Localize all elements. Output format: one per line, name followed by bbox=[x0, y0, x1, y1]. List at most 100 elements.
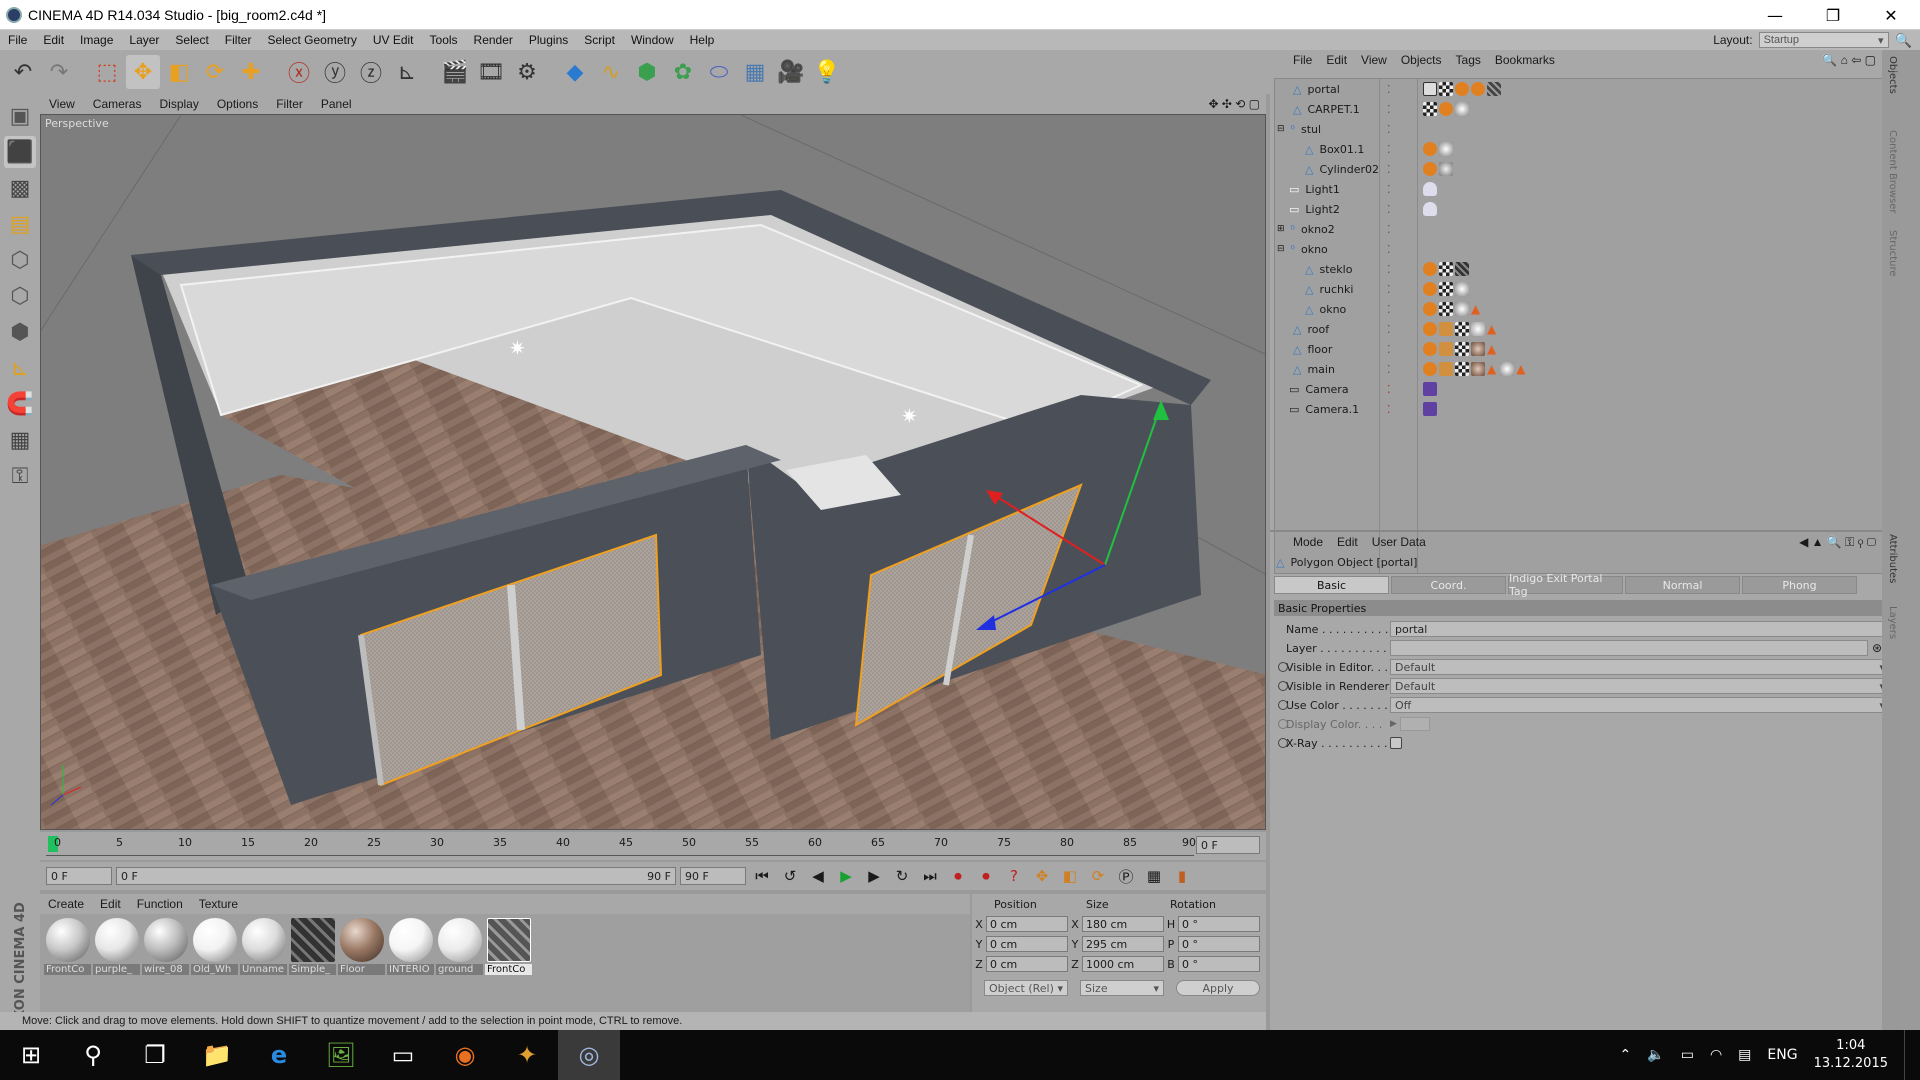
material-tag-icon[interactable] bbox=[1487, 82, 1501, 96]
visibility-dots-icon[interactable]: ⁚ bbox=[1387, 183, 1391, 196]
objects-menu-view[interactable]: View bbox=[1354, 53, 1394, 67]
side-tab-objects[interactable]: Objects bbox=[1887, 56, 1898, 94]
uvw-tag-icon[interactable] bbox=[1439, 282, 1453, 296]
layer-picker-icon[interactable]: ⊛ bbox=[1872, 641, 1882, 655]
material-tag-icon[interactable] bbox=[1439, 142, 1453, 156]
uvw-tag-icon[interactable] bbox=[1439, 82, 1453, 96]
menu-filter[interactable]: Filter bbox=[217, 33, 260, 47]
object-row-light1[interactable]: ▭ Light1 ⁚ bbox=[1275, 179, 1897, 199]
object-row-camera[interactable]: ▭ Camera ⁚ bbox=[1275, 379, 1897, 399]
objects-menu-bookmarks[interactable]: Bookmarks bbox=[1488, 53, 1562, 67]
object-row-okno[interactable]: ⊟ ⁰ okno ⁚ bbox=[1275, 239, 1897, 259]
viewport-menu-panel[interactable]: Panel bbox=[312, 97, 361, 111]
material-tag-icon[interactable] bbox=[1439, 162, 1453, 176]
phong-tag-icon[interactable] bbox=[1423, 262, 1437, 276]
frame-range-slider[interactable]: 0 F 90 F bbox=[116, 867, 676, 885]
menu-image[interactable]: Image bbox=[72, 33, 121, 47]
side-tab-structure[interactable]: Structure bbox=[1887, 230, 1898, 277]
animation-radio-icon[interactable] bbox=[1278, 738, 1288, 748]
go-to-start-icon[interactable]: ⏮ bbox=[750, 864, 774, 888]
deformer-icon[interactable]: ⬭ bbox=[702, 55, 736, 89]
visibility-dots-icon[interactable]: ⁚ bbox=[1387, 263, 1391, 276]
move-tool-icon[interactable]: ✥ bbox=[126, 55, 160, 89]
viewport-menu-options[interactable]: Options bbox=[208, 97, 267, 111]
layout-dropdown[interactable]: Startup ▾ bbox=[1758, 32, 1889, 48]
menu-window[interactable]: Window bbox=[623, 33, 682, 47]
object-row-floor[interactable]: △ floor ⁚ ▲ bbox=[1275, 339, 1897, 359]
edge-browser-icon[interactable]: e bbox=[248, 1030, 310, 1080]
attribute-nav-icons[interactable]: ◀ ▲ 🔍 ⚿ ⚲ ▢ bbox=[1799, 535, 1876, 550]
apply-button[interactable]: Apply bbox=[1176, 980, 1260, 996]
visibility-dots-icon[interactable]: ⁚ bbox=[1387, 163, 1391, 176]
menu-select[interactable]: Select bbox=[167, 33, 216, 47]
object-row-main[interactable]: △ main ⁚ ▲ ▲ bbox=[1275, 359, 1897, 379]
visibility-dots-icon[interactable]: ⁚ bbox=[1387, 323, 1391, 336]
keyframe-selection-icon[interactable]: ? bbox=[1002, 864, 1026, 888]
phong-tag-icon[interactable] bbox=[1423, 282, 1437, 296]
size-z-field[interactable]: 1000 cm bbox=[1082, 956, 1164, 972]
compositing-tag-icon[interactable] bbox=[1439, 322, 1453, 336]
maximize-button[interactable]: ❐ bbox=[1804, 0, 1862, 30]
current-frame-field[interactable]: 0 F bbox=[1196, 836, 1260, 854]
floor-icon[interactable]: ▦ bbox=[738, 55, 772, 89]
position-y-field[interactable]: 0 cm bbox=[986, 936, 1068, 952]
key-pla-icon[interactable]: ▦ bbox=[1142, 864, 1166, 888]
objects-menu-objects[interactable]: Objects bbox=[1394, 53, 1449, 67]
snap-icon[interactable]: 🧲 bbox=[4, 388, 36, 420]
uvw-tag-icon[interactable] bbox=[1439, 262, 1453, 276]
menu-layer[interactable]: Layer bbox=[121, 33, 167, 47]
cube-primitive-icon[interactable]: ◆ bbox=[558, 55, 592, 89]
battery-icon[interactable]: ▭ bbox=[1681, 1047, 1694, 1063]
file-explorer-icon[interactable]: 📁 bbox=[186, 1030, 248, 1080]
phong-tag-icon[interactable] bbox=[1423, 322, 1437, 336]
previous-key-icon[interactable]: ↺ bbox=[778, 864, 802, 888]
object-row-light2[interactable]: ▭ Light2 ⁚ bbox=[1275, 199, 1897, 219]
collapse-icon[interactable]: ⊟ bbox=[1275, 244, 1285, 254]
side-tab-content-browser[interactable]: Content Browser bbox=[1887, 130, 1898, 213]
material-swatch[interactable]: wire_08 bbox=[142, 918, 189, 1026]
material-swatch[interactable]: FrontCo bbox=[44, 918, 91, 1026]
x-axis-lock-icon[interactable]: ⓧ bbox=[282, 55, 316, 89]
axis-mode-icon[interactable]: ⊾ bbox=[4, 352, 36, 384]
language-indicator[interactable]: ENG bbox=[1767, 1047, 1797, 1063]
volume-icon[interactable]: 🔈 bbox=[1647, 1047, 1664, 1063]
uvw-tag-icon[interactable] bbox=[1455, 322, 1469, 336]
start-frame-field[interactable]: 0 F bbox=[46, 867, 112, 885]
visibility-dots-icon[interactable]: ⁚ bbox=[1387, 223, 1391, 236]
minimize-button[interactable]: — bbox=[1746, 0, 1804, 30]
firefox-icon[interactable]: ◉ bbox=[434, 1030, 496, 1080]
rotation-h-field[interactable]: 0 ° bbox=[1178, 916, 1260, 932]
tab-coord[interactable]: Coord. bbox=[1391, 576, 1506, 594]
windows-start-icon[interactable]: ⊞ bbox=[0, 1030, 62, 1080]
warning-tag-icon[interactable]: ▲ bbox=[1471, 302, 1480, 316]
viewport-menu-cameras[interactable]: Cameras bbox=[84, 97, 151, 111]
terminal-icon[interactable]: ▭ bbox=[372, 1030, 434, 1080]
app-icon[interactable]: ✦ bbox=[496, 1030, 558, 1080]
timeline[interactable]: 0 5 10 15 20 25 30 35 40 45 50 55 60 65 … bbox=[40, 832, 1266, 860]
animation-radio-icon[interactable] bbox=[1278, 700, 1288, 710]
3d-viewport[interactable]: ✷ ✷ Perspective bbox=[40, 114, 1266, 830]
render-view-icon[interactable]: 🎬 bbox=[438, 55, 472, 89]
visibility-dots-icon[interactable]: ⁚ bbox=[1387, 143, 1391, 156]
material-tag-icon[interactable] bbox=[1500, 362, 1515, 376]
material-tag-icon[interactable] bbox=[1455, 302, 1469, 316]
visible-in-renderer-dropdown[interactable]: Default▾ bbox=[1390, 678, 1890, 694]
chevron-up-icon[interactable]: ⌃ bbox=[1620, 1047, 1632, 1063]
visible-in-editor-dropdown[interactable]: Default▾ bbox=[1390, 659, 1890, 675]
phong-tag-icon[interactable] bbox=[1455, 82, 1469, 96]
compositing-tag-icon[interactable] bbox=[1439, 342, 1453, 356]
image-editor-icon[interactable]: 🖼 bbox=[310, 1030, 372, 1080]
material-tag-icon[interactable] bbox=[1471, 362, 1485, 376]
warning-tag-icon[interactable]: ▲ bbox=[1516, 362, 1525, 376]
add-tool-icon[interactable]: ✚ bbox=[234, 55, 268, 89]
points-mode-icon[interactable]: ⬡ bbox=[4, 244, 36, 276]
attributes-menu-edit[interactable]: Edit bbox=[1330, 535, 1365, 549]
timeline-window-icon[interactable]: ▮ bbox=[1170, 864, 1194, 888]
tab-indigo-exit-portal[interactable]: Indigo Exit Portal Tag bbox=[1508, 572, 1623, 598]
light-tag-icon[interactable] bbox=[1423, 202, 1437, 216]
warning-tag-icon[interactable]: ▲ bbox=[1487, 362, 1496, 376]
material-menu-function[interactable]: Function bbox=[129, 897, 191, 911]
object-row-ruchki[interactable]: △ ruchki ⁚ bbox=[1275, 279, 1897, 299]
scale-tool-icon[interactable]: ◧ bbox=[162, 55, 196, 89]
position-z-field[interactable]: 0 cm bbox=[986, 956, 1068, 972]
